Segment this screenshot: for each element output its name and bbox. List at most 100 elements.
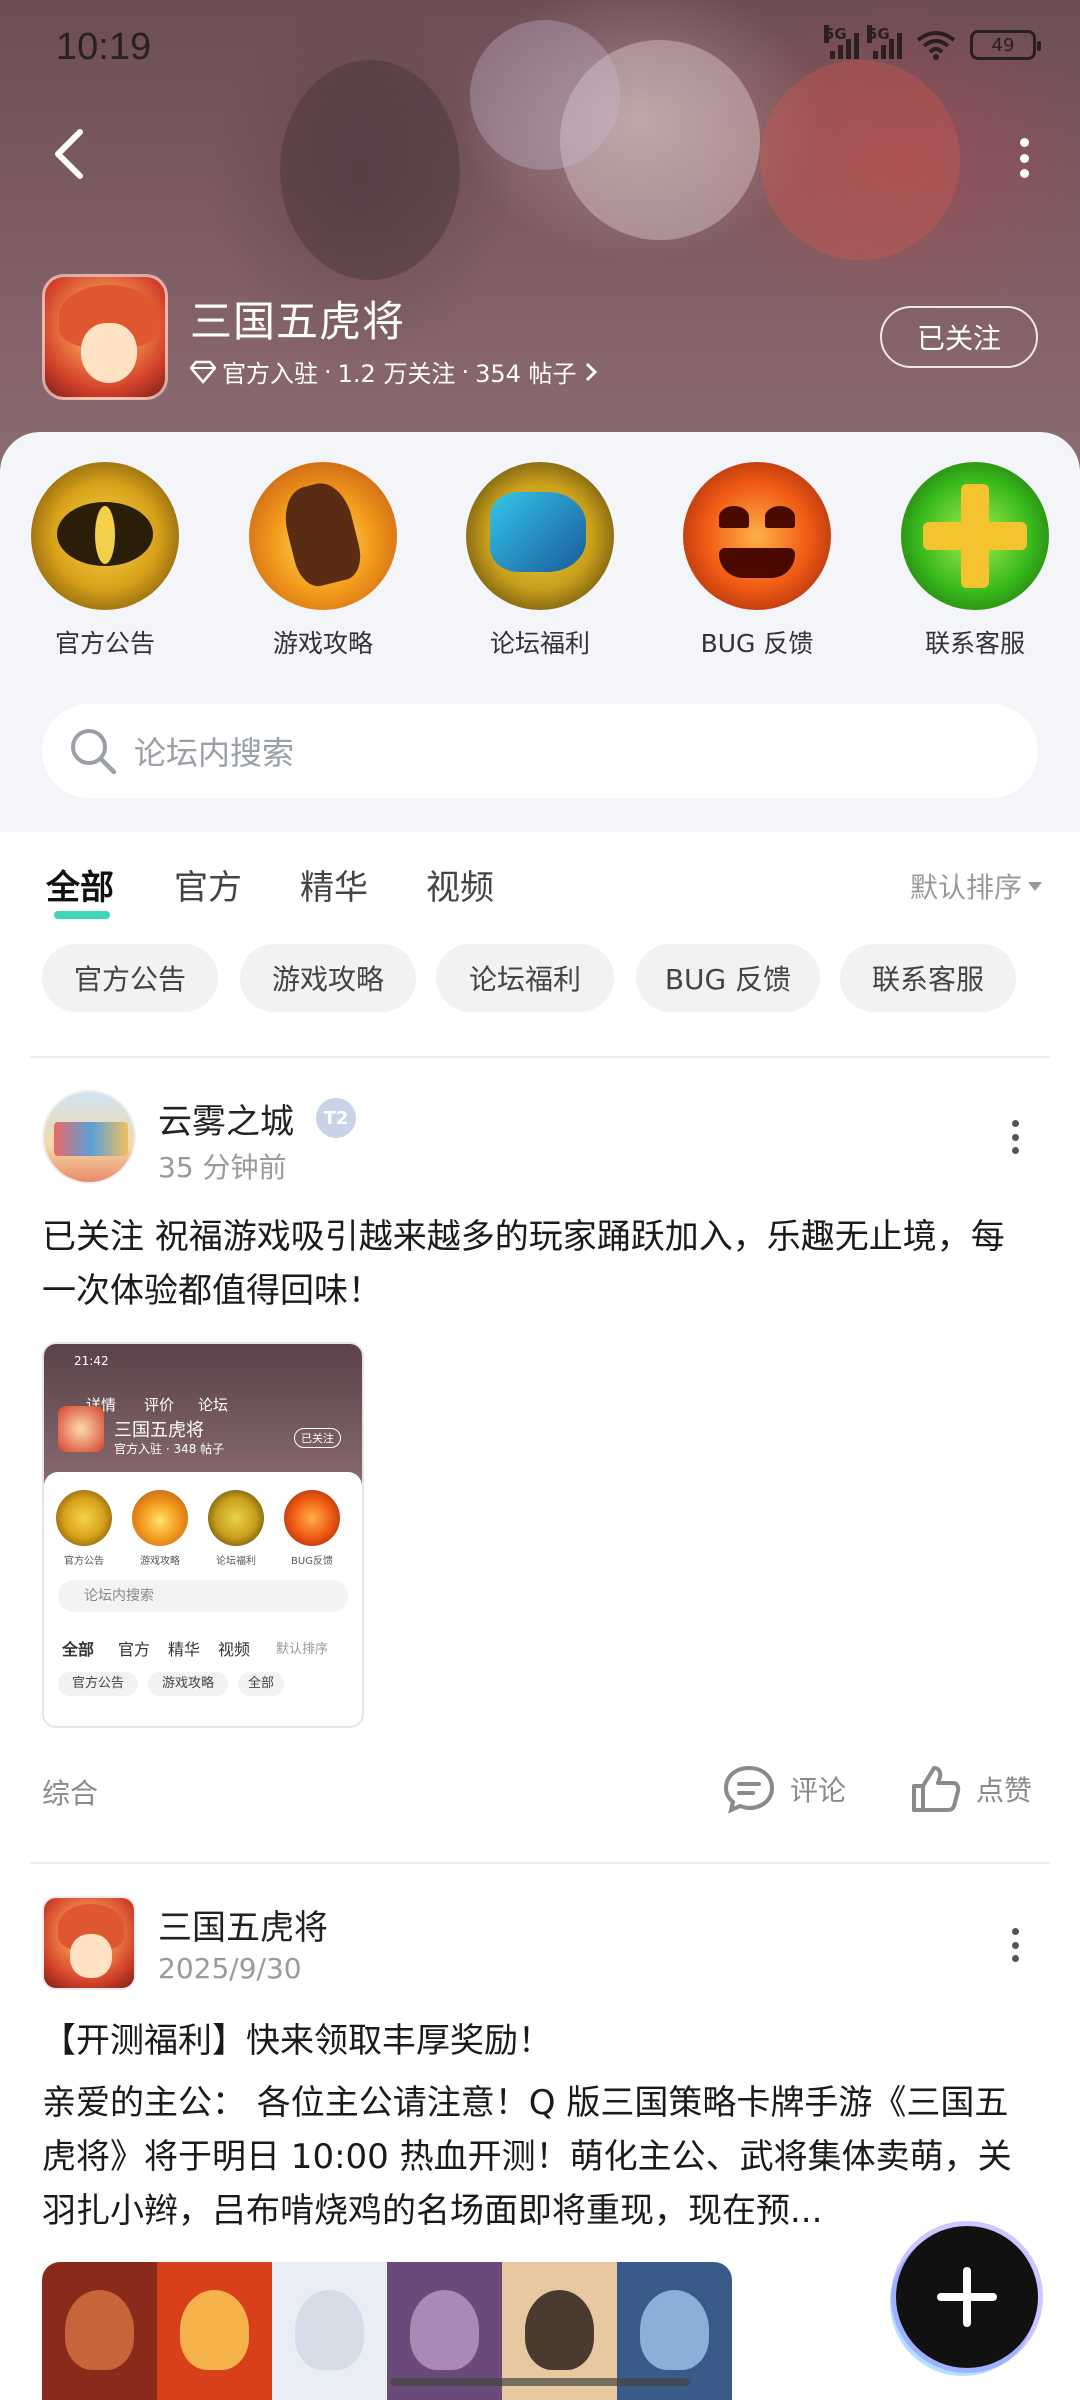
- status-time: 10:19: [56, 26, 152, 68]
- comment-button[interactable]: 评论: [722, 1764, 846, 1814]
- thumb-cat-label: 游戏攻略: [140, 1556, 180, 1567]
- chip-official-notice[interactable]: 官方公告: [42, 944, 218, 1012]
- thumb-cat-icon: [208, 1490, 264, 1546]
- signal-icon: 5G: [867, 25, 902, 59]
- game-meta[interactable]: 官方入驻 · 1.2 万关注 · 354 帖子: [190, 354, 599, 389]
- category-game-guide[interactable]: 游戏攻略: [238, 462, 408, 660]
- avatar[interactable]: [42, 1896, 136, 1990]
- thumb-search: 论坛内搜索: [58, 1580, 348, 1612]
- tab-label: 官方: [174, 868, 242, 908]
- thumb-tab: 视频: [218, 1640, 251, 1659]
- posts-count: 354 帖子: [475, 360, 577, 388]
- tab-video[interactable]: 视频: [426, 860, 494, 909]
- comment-icon: [723, 1765, 775, 1814]
- search-input[interactable]: 论坛内搜索: [42, 704, 1038, 798]
- meta-separator: ·: [324, 357, 332, 386]
- game-title: 三国五虎将: [190, 297, 406, 346]
- wifi-icon: [916, 31, 956, 60]
- post-author[interactable]: 三国五虎将: [158, 1900, 328, 1949]
- home-indicator[interactable]: [390, 2378, 690, 2386]
- category-label: 联系客服: [924, 629, 1025, 658]
- thumb-title: 三国五虎将: [114, 1420, 204, 1441]
- meta-separator: ·: [461, 357, 470, 386]
- diamond-verified-icon: [190, 360, 216, 384]
- signal-icon: 5G: [824, 25, 859, 59]
- like-button[interactable]: 点赞: [910, 1764, 1032, 1814]
- thumb-cat-icon: [56, 1490, 112, 1546]
- category-label: 游戏攻略: [272, 629, 373, 658]
- post-more-icon[interactable]: [1010, 1120, 1020, 1154]
- category-customer-service[interactable]: 联系客服: [890, 462, 1060, 660]
- thumb-logo: [58, 1406, 104, 1452]
- post-author[interactable]: 云雾之城: [158, 1094, 294, 1143]
- game-logo: [42, 274, 168, 400]
- status-bar: 10:19 5G 5G 49: [0, 0, 1080, 100]
- category-bug-report[interactable]: BUG 反馈: [672, 462, 842, 660]
- thumb-tab: 全部: [62, 1640, 95, 1659]
- thumb-cat-label: 论坛福利: [216, 1556, 256, 1567]
- post-content[interactable]: 亲爱的主公： 各位主公请注意！Q 版三国策略卡牌手游《三国五虎将》将于明日 10…: [42, 2076, 1038, 2238]
- chip-game-guide[interactable]: 游戏攻略: [240, 944, 416, 1012]
- post-category[interactable]: 综合: [42, 1772, 98, 1812]
- back-icon[interactable]: [46, 126, 90, 182]
- status-icons: 5G 5G 49: [824, 25, 1041, 60]
- thumb-cat-label: 官方公告: [64, 1556, 104, 1567]
- thumb-cat-label: BUG反馈: [291, 1556, 333, 1567]
- post-time: 35 分钟前: [158, 1151, 287, 1184]
- post-content[interactable]: 已关注 祝福游戏吸引越来越多的玩家踊跃加入，乐趣无止境，每一次体验都值得回味！: [42, 1210, 1038, 1318]
- search-icon: [71, 729, 117, 775]
- tab-label: 视频: [426, 868, 494, 908]
- verified-label: 官方入驻: [222, 360, 318, 388]
- like-label: 点赞: [976, 1774, 1033, 1807]
- tab-all[interactable]: 全部: [46, 860, 114, 919]
- plus-icon: [937, 2267, 997, 2327]
- hand-icon: [249, 462, 397, 610]
- post-more-icon[interactable]: [1010, 1928, 1020, 1962]
- forum-panel: 官方公告 游戏攻略 论坛福利 BUG 反馈 联系客服 论坛内搜索: [0, 432, 1080, 832]
- thumb-cat-icon: [284, 1490, 340, 1546]
- post-time: 2025/9/30: [158, 1952, 302, 1985]
- create-post-button[interactable]: [896, 2226, 1038, 2368]
- category-forum-welfare[interactable]: 论坛福利: [455, 462, 625, 660]
- category-label: 论坛福利: [489, 629, 590, 658]
- tab-official[interactable]: 官方: [174, 860, 242, 909]
- thumb-sort: 默认排序: [276, 1642, 329, 1657]
- pumpkin-icon: [683, 462, 831, 610]
- tab-label: 全部: [46, 868, 114, 908]
- thumb-nav: 论坛: [198, 1396, 229, 1414]
- thumb-chip: 官方公告: [58, 1672, 138, 1696]
- thumb-chip: 游戏攻略: [148, 1672, 228, 1696]
- thumb-chip: 全部: [238, 1672, 284, 1696]
- post-title[interactable]: 【开测福利】快来领取丰厚奖励！: [42, 2014, 1038, 2068]
- fist-icon: [466, 462, 614, 610]
- comment-label: 评论: [790, 1774, 847, 1807]
- tag-chips: 官方公告 游戏攻略 论坛福利 BUG 反馈 联系客服: [0, 944, 1080, 1014]
- tab-label: 精华: [300, 868, 368, 908]
- tab-featured[interactable]: 精华: [300, 860, 368, 909]
- level-badge: T2: [316, 1098, 356, 1138]
- follow-button[interactable]: 已关注: [880, 306, 1038, 368]
- signal-label: 5G: [824, 25, 847, 43]
- category-label: BUG 反馈: [700, 629, 814, 658]
- thumbs-up-icon: [912, 1766, 961, 1812]
- filter-tabs: 全部 官方 精华 视频 默认排序: [0, 832, 1080, 932]
- sort-label: 默认排序: [909, 871, 1022, 904]
- more-options-icon[interactable]: [1016, 138, 1032, 178]
- caret-down-icon: [1028, 881, 1042, 891]
- category-official-notice[interactable]: 官方公告: [20, 462, 190, 660]
- post-image[interactable]: 21:42 详情 评价 论坛 三国五虎将 官方入驻 · 348 帖子 已关注 官…: [42, 1342, 364, 1728]
- chip-forum-welfare[interactable]: 论坛福利: [436, 944, 614, 1012]
- chip-customer-service[interactable]: 联系客服: [840, 944, 1016, 1012]
- category-label: 官方公告: [54, 629, 155, 658]
- plus-icon: [901, 462, 1049, 610]
- chevron-right-icon: [585, 362, 597, 381]
- thumb-tab: 官方: [118, 1640, 151, 1659]
- chip-bug-report[interactable]: BUG 反馈: [636, 944, 820, 1012]
- thumb-cat-icon: [132, 1490, 188, 1546]
- thumb-time: 21:42: [74, 1354, 109, 1368]
- battery-icon: 49: [970, 30, 1041, 60]
- thumb-meta: 官方入驻 · 348 帖子: [114, 1442, 225, 1456]
- sort-dropdown[interactable]: 默认排序: [910, 866, 1042, 906]
- avatar[interactable]: [42, 1090, 136, 1184]
- divider: [30, 1862, 1050, 1864]
